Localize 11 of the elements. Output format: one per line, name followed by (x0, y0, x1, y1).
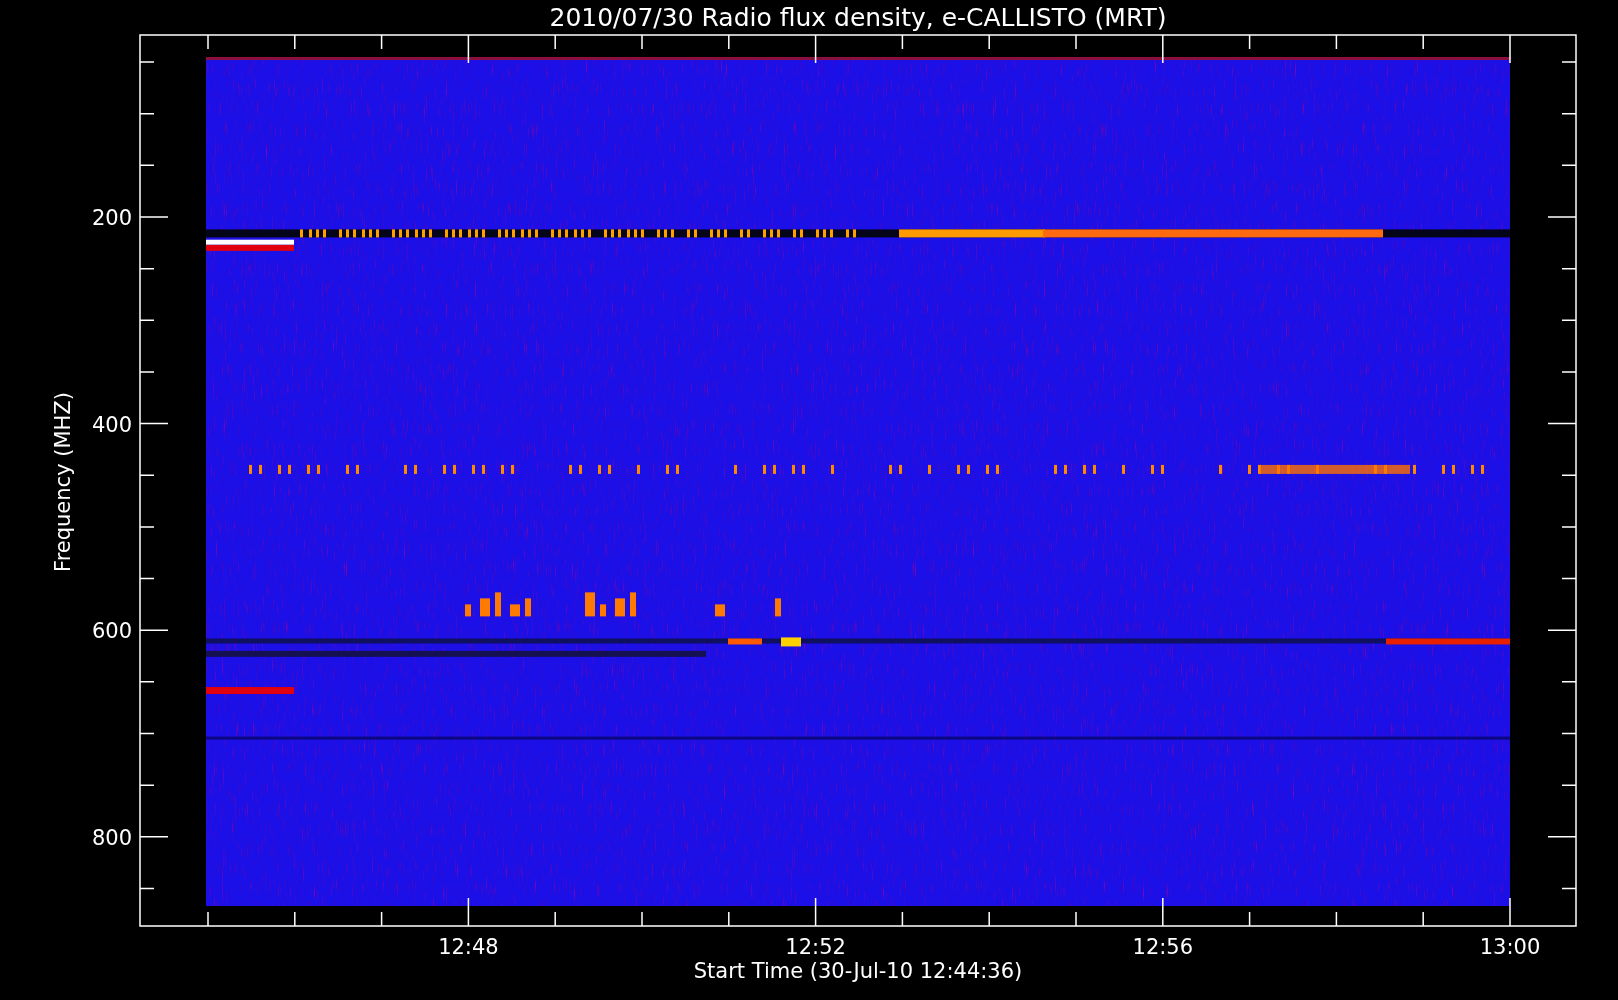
x-tick-label: 12:48 (438, 935, 499, 959)
y-tick-label: 400 (91, 412, 132, 437)
x-tick-label: 13:00 (1479, 935, 1541, 959)
x-tick-label: 12:56 (1132, 935, 1194, 959)
y-tick-label: 800 (91, 825, 132, 850)
x-axis-label: Start Time (30-Jul-10 12:44:36) (693, 959, 1023, 983)
y-axis-label: Frequency (MHZ) (51, 392, 75, 572)
x-tick-label: 12:52 (785, 935, 846, 959)
y-tick-label: 600 (91, 619, 132, 644)
y-tick-label: 200 (91, 206, 132, 230)
chart-title: 2010/07/30 Radio flux density, e-CALLISTO (MRT) (549, 3, 1167, 32)
